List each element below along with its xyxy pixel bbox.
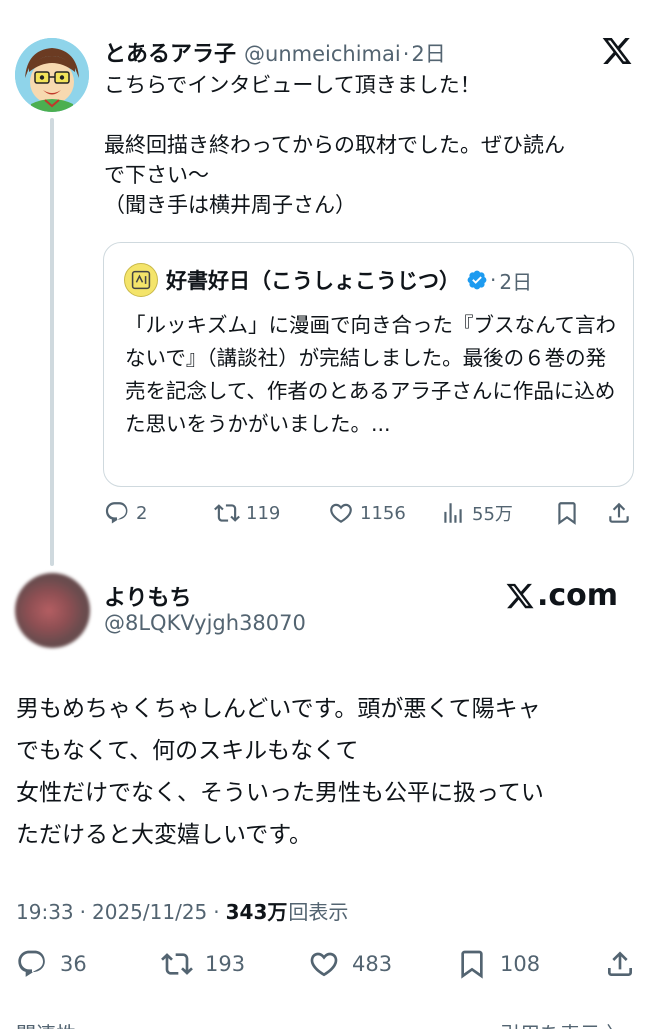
tweet-text-line: （聞き手は横井周子さん） (104, 193, 356, 217)
tweet-metadata: 19:33 · 2025/11/25 · 343万 回表示 (16, 896, 348, 925)
repost-button[interactable]: 193 (161, 948, 245, 980)
tweet-text-line: でもなくて、何のスキルもなくて (16, 738, 359, 764)
reply-count: 36 (60, 952, 87, 976)
separator-dot: · (402, 42, 410, 66)
xcom-label: .com (537, 578, 619, 613)
heart-icon (310, 952, 338, 977)
x-logo-icon (506, 583, 534, 608)
quote-author-avatar (124, 263, 158, 297)
author-name[interactable]: とあるアラ子 (104, 36, 236, 68)
view-quotes-link[interactable]: 引用を表示 〉 (500, 1018, 626, 1029)
bookmark-button[interactable] (554, 500, 580, 526)
views-count[interactable]: 343万 (226, 896, 288, 925)
x-logo-icon (601, 35, 633, 67)
post-time[interactable]: 19:33 (16, 900, 74, 924)
tweet-text-line (104, 100, 629, 130)
repost-icon (214, 504, 240, 522)
tweet-text-line: で下さい〜 (104, 163, 209, 187)
quote-header: 好書好日（こうしょこうじつ） · 2日 (166, 265, 532, 295)
heart-icon (330, 503, 352, 523)
verified-badge-icon (467, 270, 487, 290)
reply-button[interactable]: 36 (16, 948, 87, 980)
post-time[interactable]: 2日 (411, 38, 445, 68)
reply-button[interactable]: 2 (104, 500, 147, 526)
like-button[interactable]: 1156 (328, 500, 406, 526)
tweet-text-line: こちらでインタビューして頂きました！ (104, 73, 481, 97)
xcom-watermark: .com (505, 578, 618, 613)
post-date[interactable]: 2025/11/25 (92, 900, 207, 924)
tweet-text: 男もめちゃくちゃしんどいです。頭が悪くて陽キャ でもなくて、何のスキルもなくて … (16, 688, 641, 856)
quoted-tweet-card[interactable]: 好書好日（こうしょこうじつ） · 2日 「ルッキズム」に漫画で向き合った『ブスな… (103, 242, 634, 487)
tweet-action-bar: 36 193 483 108 (16, 948, 636, 986)
like-count: 483 (352, 952, 393, 976)
repost-count: 119 (246, 502, 281, 524)
reply-count: 2 (136, 502, 148, 524)
share-icon (609, 502, 629, 523)
separator-dot: · (490, 268, 497, 292)
bookmark-icon (558, 502, 576, 525)
tweet-header: とあるアラ子 @unmeichimai · 2日 (104, 36, 446, 68)
tweet-text-line: 男もめちゃくちゃしんどいです。頭が悪くて陽キャ (16, 696, 541, 722)
view-count: 55万 (472, 504, 513, 525)
tweet-action-bar: 2 119 1156 55万 (104, 500, 634, 534)
repost-icon (161, 953, 193, 975)
like-button[interactable]: 483 (308, 948, 392, 980)
author-avatar[interactable] (15, 573, 90, 648)
share-button[interactable] (604, 948, 636, 980)
quote-author-name: 好書好日（こうしょこうじつ） (166, 269, 460, 293)
sort-relevance-tab[interactable]: 関連性 (16, 1018, 76, 1029)
reply-icon (18, 950, 45, 977)
author-handle[interactable]: @unmeichimai (244, 42, 401, 66)
bookmark-count: 108 (500, 952, 541, 976)
views-label: 回表示 (288, 900, 349, 924)
quote-time: 2日 (499, 269, 533, 294)
author-name[interactable]: よりもち (104, 580, 192, 612)
quote-text: 「ルッキズム」に漫画で向き合った『ブスなんて言わないで』（講談社）が完結しました… (125, 313, 616, 436)
bookmark-button[interactable]: 108 (456, 948, 540, 980)
tweet-text: こちらでインタビューして頂きました！ 最終回描き終わってからの取材でした。ぜひ読… (104, 70, 629, 220)
separator-dot: · (213, 900, 220, 924)
share-icon (608, 951, 632, 976)
reply-icon (105, 502, 128, 524)
thread-connector-line (50, 118, 54, 566)
tweet-text-line: 最終回描き終わってからの取材でした。ぜひ読ん (104, 133, 565, 157)
like-count: 1156 (360, 502, 406, 524)
analytics-icon (444, 503, 462, 523)
tweet-text-line: 女性だけでなく、そういった男性も公平に扱ってい (16, 780, 544, 806)
share-button[interactable] (606, 500, 632, 526)
author-avatar[interactable] (15, 38, 89, 112)
repost-button[interactable]: 119 (214, 500, 280, 526)
author-handle[interactable]: @8LQKVyjgh38070 (104, 611, 306, 635)
repost-count: 193 (205, 952, 246, 976)
separator-dot: · (79, 900, 86, 924)
bookmark-icon (461, 950, 483, 979)
tweet-text-line: ただけると大変嬉しいです。 (16, 822, 313, 848)
views-button[interactable]: 55万 (440, 500, 513, 526)
